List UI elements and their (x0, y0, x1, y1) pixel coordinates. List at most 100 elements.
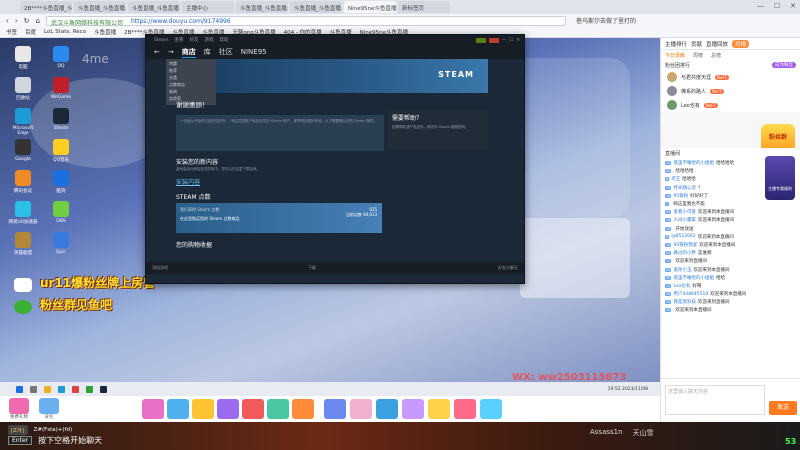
desktop-icon[interactable]: Google (8, 139, 38, 167)
gift-item[interactable] (480, 399, 502, 419)
ranking-tab[interactable]: 总榜 (711, 52, 721, 59)
store-menu-item[interactable]: 特惠 (169, 61, 213, 68)
sidebar-tab[interactable]: 直播回放 (706, 40, 728, 48)
steam-points-card[interactable]: 我们获得 Steam 点数 在这里购买您的 Steam 点数商品 835 当前点… (176, 203, 382, 233)
chat-username[interactable]: @8512062 (671, 234, 696, 239)
steam-menu-item[interactable]: 帮助 (220, 37, 229, 43)
gift-item[interactable] (217, 399, 239, 419)
steam-badge-icon[interactable] (475, 37, 486, 43)
steam-nav-library[interactable]: 库 (204, 47, 211, 57)
steam-minimize-icon[interactable]: — (502, 38, 507, 43)
desktop-icon[interactable]: QQ音乐 (46, 139, 76, 167)
send-button[interactable]: 发送 (769, 401, 797, 415)
back-icon[interactable]: ‹ (6, 17, 9, 25)
desktop-icon[interactable]: 腾讯会议 (8, 170, 38, 198)
desktop-icon[interactable]: 酷狗 (46, 170, 76, 198)
ranking-tab[interactable]: 今日贡献 (665, 52, 685, 59)
gift-item[interactable] (267, 399, 289, 419)
chat-username[interactable]: 爱看小可爱 (673, 209, 696, 215)
steam-menu-item[interactable]: 查看 (175, 37, 184, 43)
steam-close-icon[interactable]: ✕ (516, 38, 520, 43)
browser-tab[interactable]: 斗鱼直播_斗鱼直播... (128, 1, 180, 13)
steam-notify-icon[interactable] (488, 37, 499, 43)
browser-tab[interactable]: 主播中心 (182, 1, 234, 13)
steam-menu-item[interactable]: 游戏 (205, 37, 214, 43)
gift-item[interactable] (167, 399, 189, 419)
steam-install-link[interactable]: 安装内容 (176, 177, 200, 186)
steam-menu-item[interactable]: Steam (154, 38, 169, 43)
start-icon[interactable] (16, 385, 23, 393)
steam-nav-user[interactable]: NINE95 (241, 48, 267, 56)
chat-username[interactable]: Leo也有 (673, 283, 690, 289)
browser-tab[interactable]: 斗鱼直播_斗鱼直播... (74, 1, 126, 13)
bookmark-item[interactable]: LoL Stats, Reco (44, 29, 86, 35)
desktop-icon[interactable]: QQ (46, 46, 76, 74)
rank-row[interactable]: 佛系的路人 NoFF (661, 84, 800, 98)
rank-row[interactable]: Leo也有 NoFF (661, 98, 800, 112)
browser-tab[interactable]: 斗鱼直播_斗鱼直播... (236, 1, 288, 13)
chat-username[interactable]: 路过的小胖 (673, 250, 696, 256)
browser-tab[interactable]: 斗鱼直播_斗鱼直播... (290, 1, 342, 13)
close-icon[interactable]: ✕ (790, 2, 796, 10)
desktop-icon[interactable]: Epic (46, 232, 76, 260)
chat-username[interactable]: 老王 (671, 176, 680, 182)
bookmark-item[interactable]: 书签 (6, 28, 17, 36)
monthly-pill[interactable]: 月榜 (732, 39, 750, 48)
back-icon[interactable]: ← (154, 48, 160, 56)
steam-downloads[interactable]: 下载 (308, 265, 316, 271)
forward-icon[interactable]: › (15, 17, 18, 25)
home-icon[interactable]: ⌂ (36, 17, 40, 25)
steam-nav-community[interactable]: 社区 (219, 47, 233, 57)
browser-tab-active[interactable]: Nine95ne斗鱼直播_... (344, 1, 396, 13)
chat-username[interactable]: 爱你小玉 (673, 267, 691, 273)
gift-item[interactable] (428, 399, 450, 419)
refresh-icon[interactable]: ↻ (24, 17, 30, 25)
backpack-button[interactable]: 背包 (36, 398, 62, 420)
search-icon[interactable] (30, 385, 37, 393)
chat-username[interactable]: 月光随心灵 (673, 185, 696, 191)
desktop-icon[interactable]: 网易UU加速器 (8, 201, 38, 229)
edge-icon[interactable] (58, 385, 65, 393)
gift-item[interactable] (402, 399, 424, 419)
desktop-icon[interactable]: WeGame (46, 77, 76, 105)
desktop-icon[interactable]: Microsoft Edge (8, 108, 38, 136)
search-suggestion[interactable]: 蓓乌斯尔去做了里打的 (576, 16, 636, 25)
forward-icon[interactable]: → (168, 48, 174, 56)
desktop-icon[interactable]: 回收站 (8, 77, 38, 105)
gift-item[interactable] (350, 399, 372, 419)
bookmark-item[interactable]: 百度 (25, 28, 36, 36)
steam-menu-item[interactable]: 好友 (190, 37, 199, 43)
gift-item[interactable] (192, 399, 214, 419)
gift-item[interactable] (142, 399, 164, 419)
ranking-tab[interactable]: 周榜 (693, 52, 703, 59)
chat-username[interactable]: 95铁粉 (673, 193, 688, 199)
store-menu-item[interactable]: 点数商店 (169, 82, 213, 89)
chat-username[interactable]: 人间小赢家 (673, 217, 696, 223)
free-gift-button[interactable]: 免费礼物 (6, 398, 32, 420)
chat-input[interactable]: 这里输入聊天内容 (665, 385, 765, 415)
promo-banner[interactable]: 主播专属福利 (765, 156, 795, 200)
join-fan-button[interactable]: 成为粉丝 (772, 62, 796, 68)
chat-username[interactable]: 夜里不睡觉的小姐姐 (673, 160, 714, 166)
app-icon[interactable] (86, 385, 93, 393)
chat-username[interactable]: 我是黑科技 (673, 299, 696, 305)
steam-add-game[interactable]: 添加游戏 (152, 265, 168, 271)
desktop-icon[interactable]: Steam (46, 108, 76, 136)
steam-maximize-icon[interactable]: ☐ (509, 38, 513, 43)
browser-tab[interactable]: 新标签页 (398, 1, 450, 13)
chat-username[interactable]: 夜里不睡觉的小姐姐 (673, 275, 714, 281)
rank-row[interactable]: 与君共度天涯 NoFF (661, 70, 800, 84)
bookmark-item[interactable]: 斗鱼直播 (94, 28, 116, 36)
chat-username[interactable]: 95铁粉我爱 (673, 242, 697, 248)
sidebar-tab[interactable]: 贡献 (691, 40, 702, 48)
steam-friends-chat[interactable]: 好友与聊天 (498, 265, 524, 271)
url-input[interactable]: 武汉斗鱼网络科技有限公司 https://www.douyu.com/91749… (45, 15, 566, 27)
store-menu-item[interactable]: 新闻 (169, 89, 213, 96)
maximize-icon[interactable]: ☐ (774, 2, 780, 10)
steam-icon[interactable] (100, 385, 107, 393)
minimize-icon[interactable]: — (757, 2, 764, 10)
browser-tab[interactable]: 2B****斗鱼直播_斗鱼直... (20, 1, 72, 13)
gift-item[interactable] (376, 399, 398, 419)
sidebar-tab[interactable]: 主播排行 (665, 40, 687, 48)
gift-item[interactable] (242, 399, 264, 419)
